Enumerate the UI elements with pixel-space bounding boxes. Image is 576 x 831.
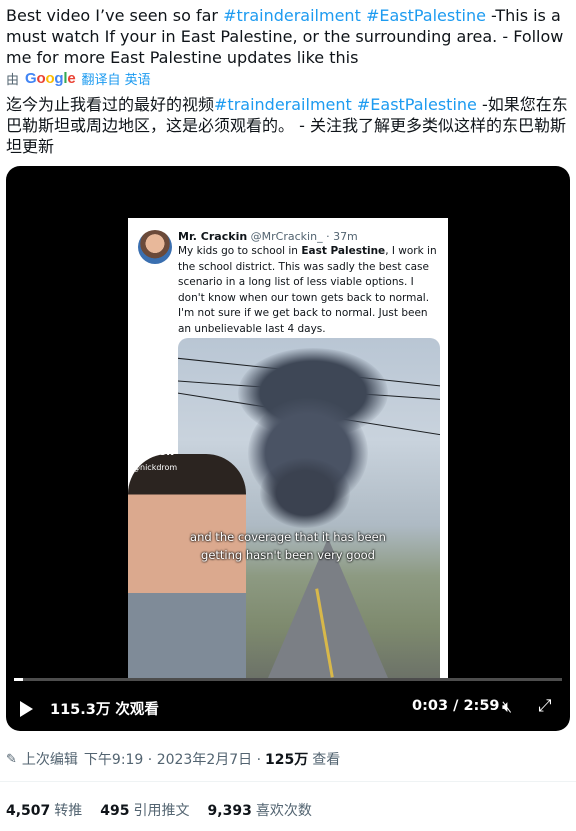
mute-icon[interactable]: 🔇︎	[502, 697, 512, 717]
pencil-icon: ✎	[6, 751, 17, 767]
likes-stat[interactable]: 9,393 喜欢次数	[208, 800, 312, 820]
translation-attribution: 由 Google 翻译自 英语	[6, 68, 151, 88]
fullscreen-icon[interactable]: ⤢	[538, 696, 552, 716]
views-count: 125万	[265, 752, 309, 768]
likes-label: 喜欢次数	[255, 803, 312, 819]
embedded-text-bold: East Palestine	[301, 245, 386, 257]
translated-text-a: 迄今为止我看过的最好的视频	[6, 95, 215, 114]
video-time: 0:03 / 2:59	[412, 698, 500, 714]
hashtag-trainderailment[interactable]: #trainderailment	[223, 6, 361, 25]
avatar	[138, 230, 172, 264]
translated-hashtag-trainderailment[interactable]: #trainderailment	[214, 95, 352, 114]
video-progress-fill	[14, 678, 24, 681]
likes-count: 9,393	[207, 803, 252, 819]
embedded-tweet-body: My kids go to school in East Palestine, …	[178, 244, 440, 337]
tweet-text: Best video I’ve seen so far #trainderail…	[6, 5, 568, 68]
tiktok-label: TikTok	[134, 445, 174, 458]
embedded-text-a: My kids go to school in	[178, 245, 302, 257]
views-label: 查看	[312, 752, 341, 768]
last-edited-link[interactable]: 上次编辑	[22, 749, 78, 769]
divider	[0, 781, 576, 782]
translated-text: 迄今为止我看过的最好的视频#trainderailment #EastPales…	[6, 94, 568, 157]
tweet-text-a: Best video I’ve seen so far	[6, 6, 224, 25]
translated-hashtag-eastpalestine[interactable]: #EastPalestine	[357, 95, 477, 114]
video-controls: 115.3万 次观看 0:03 / 2:59 🔇︎ ⤢	[6, 686, 570, 731]
embedded-text-b: , I work in the school district. This wa…	[178, 245, 437, 335]
view-count: 115.3万 次观看	[50, 702, 159, 718]
tweet-timestamp[interactable]: 下午9:19 · 2023年2月7日 ·	[84, 749, 261, 769]
tiktok-watermark: ♪ TikTok	[134, 426, 174, 458]
retweets-stat[interactable]: 4,507 转推	[6, 800, 82, 820]
hashtag-eastpalestine[interactable]: #EastPalestine	[366, 6, 486, 25]
tweet-meta: ✎ 上次编辑 下午9:19 · 2023年2月7日 · 125万 查看	[6, 749, 340, 769]
google-logo: Google	[25, 69, 76, 87]
translated-by-label: 由	[6, 72, 20, 88]
quotes-count: 495	[100, 803, 130, 819]
embedded-author-name: Mr. Crackin	[178, 230, 248, 243]
tiktok-icon: ♪	[134, 426, 145, 445]
video-player[interactable]: Mr. Crackin @MrCrackin_ · 37m My kids go…	[6, 166, 570, 731]
presenter	[128, 454, 246, 678]
embedded-author-handle: @MrCrackin_ · 37m	[250, 230, 358, 243]
video-caption: and the coverage that it has been gettin…	[190, 530, 386, 562]
video-progress-bar[interactable]	[14, 678, 562, 681]
video-frame: Mr. Crackin @MrCrackin_ · 37m My kids go…	[128, 218, 448, 678]
retweets-label: 转推	[54, 803, 83, 819]
quotes-stat[interactable]: 495 引用推文	[100, 800, 189, 820]
retweets-count: 4,507	[6, 803, 51, 819]
engagement-stats: 4,507 转推 495 引用推文 9,393 喜欢次数	[6, 800, 330, 820]
translated-from-link[interactable]: 翻译自 英语	[82, 69, 151, 88]
play-icon[interactable]	[20, 701, 33, 717]
embedded-tweet: Mr. Crackin @MrCrackin_ · 37m My kids go…	[128, 218, 448, 335]
tiktok-username: @nickdrom	[132, 463, 178, 472]
embedded-tweet-header: Mr. Crackin @MrCrackin_ · 37m	[178, 230, 358, 243]
quotes-label: 引用推文	[133, 803, 190, 819]
